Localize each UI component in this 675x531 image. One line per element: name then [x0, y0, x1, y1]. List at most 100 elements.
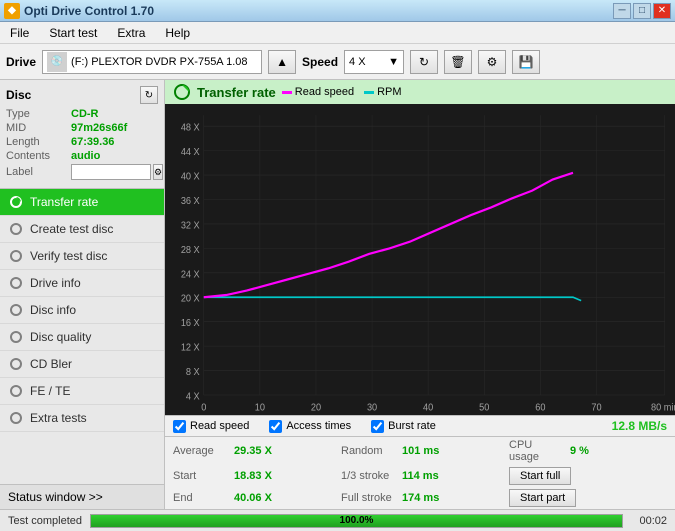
disc-type-row: Type CD-R	[6, 108, 158, 120]
settings-button[interactable]: ⚙	[478, 50, 506, 74]
nav-list: Transfer rate Create test disc Verify te…	[0, 189, 164, 484]
start-part-button[interactable]: Start part	[509, 489, 576, 507]
status-window-button[interactable]: Status window >>	[0, 484, 164, 509]
stat-average-value: 29.35 X	[234, 445, 284, 457]
nav-label-transfer-rate: Transfer rate	[30, 195, 98, 209]
nav-item-cd-bler[interactable]: CD Bler	[0, 351, 164, 378]
chart-svg: 48 X 44 X 40 X 36 X 32 X 28 X 24 X 20 X …	[165, 104, 675, 415]
disc-contents-label: Contents	[6, 150, 71, 162]
stat-third-stroke: 1/3 stroke 114 ms	[341, 470, 499, 482]
nav-item-transfer-rate[interactable]: Transfer rate	[0, 189, 164, 216]
speed-refresh-button[interactable]: ↻	[410, 50, 438, 74]
svg-text:20: 20	[311, 402, 321, 413]
nav-item-disc-quality[interactable]: Disc quality	[0, 324, 164, 351]
disc-section-title: Disc	[6, 88, 31, 102]
disc-label-label: Label	[6, 166, 71, 178]
disc-contents-row: Contents audio	[6, 150, 158, 162]
chart-title: Transfer rate	[197, 85, 276, 100]
start-full-button[interactable]: Start full	[509, 467, 571, 485]
status-window-label: Status window >>	[8, 490, 103, 504]
disc-panel: Disc ↻ Type CD-R MID 97m26s66f Length 67…	[0, 80, 164, 189]
nav-item-extra-tests[interactable]: Extra tests	[0, 405, 164, 432]
checkbox-burst-rate-input[interactable]	[371, 420, 384, 433]
disc-title-row: Disc ↻	[6, 86, 158, 104]
menu-help[interactable]: Help	[159, 24, 196, 42]
stat-cpu-label: CPU usage	[509, 439, 564, 463]
nav-item-verify-test-disc[interactable]: Verify test disc	[0, 243, 164, 270]
status-text: Test completed	[8, 515, 82, 527]
svg-text:28 X: 28 X	[181, 245, 200, 256]
checkbox-burst-rate-label: Burst rate	[388, 420, 436, 432]
checkbox-read-speed-input[interactable]	[173, 420, 186, 433]
nav-icon-disc-quality	[8, 329, 24, 345]
nav-label-disc-info: Disc info	[30, 303, 76, 317]
nav-item-disc-info[interactable]: Disc info	[0, 297, 164, 324]
nav-icon-extra-tests	[8, 410, 24, 426]
eject-button[interactable]: ▲	[268, 50, 296, 74]
stat-start-label: Start	[173, 470, 228, 482]
disc-refresh-button[interactable]: ↻	[140, 86, 158, 104]
stat-average: Average 29.35 X	[173, 445, 331, 457]
svg-text:4 X: 4 X	[186, 391, 200, 402]
disc-label-button[interactable]: ⚙	[153, 164, 163, 180]
stat-end-label: End	[173, 492, 228, 504]
nav-icon-disc-info	[8, 302, 24, 318]
disc-mid-label: MID	[6, 122, 71, 134]
nav-icon-verify-test-disc	[8, 248, 24, 264]
title-bar: ◆ Opti Drive Control 1.70 ─ □ ✕	[0, 0, 675, 22]
svg-text:44 X: 44 X	[181, 147, 200, 158]
burst-rate-value: 12.8 MB/s	[612, 419, 667, 433]
svg-text:24 X: 24 X	[181, 269, 200, 280]
stat-start-part-group: Start part	[509, 489, 667, 507]
stat-third-stroke-label: 1/3 stroke	[341, 470, 396, 482]
chart-checkboxes: Read speed Access times Burst rate 12.8 …	[165, 415, 675, 436]
stats-row-1: Average 29.35 X Random 101 ms CPU usage …	[165, 437, 675, 465]
legend-rpm-label: RPM	[377, 86, 401, 98]
checkbox-read-speed[interactable]: Read speed	[173, 420, 249, 433]
minimize-button[interactable]: ─	[613, 3, 631, 19]
app-icon: ◆	[4, 3, 20, 19]
legend-read-speed: Read speed	[282, 86, 354, 98]
nav-label-create-test-disc: Create test disc	[30, 222, 113, 236]
checkbox-burst-rate[interactable]: Burst rate	[371, 420, 436, 433]
nav-label-disc-quality: Disc quality	[30, 330, 91, 344]
disc-contents-value: audio	[71, 150, 100, 162]
stat-start-value: 18.83 X	[234, 470, 284, 482]
progress-bar-label: 100.0%	[91, 515, 622, 527]
nav-label-extra-tests: Extra tests	[30, 411, 87, 425]
stat-full-stroke-value: 174 ms	[402, 492, 452, 504]
stat-full-stroke: Full stroke 174 ms	[341, 492, 499, 504]
window-controls: ─ □ ✕	[613, 3, 671, 19]
stat-random-value: 101 ms	[402, 445, 452, 457]
menu-start-test[interactable]: Start test	[43, 24, 103, 42]
nav-item-create-test-disc[interactable]: Create test disc	[0, 216, 164, 243]
title-bar-left: ◆ Opti Drive Control 1.70	[4, 3, 154, 19]
nav-item-drive-info[interactable]: Drive info	[0, 270, 164, 297]
clear-button[interactable]: 🗑	[444, 50, 472, 74]
close-button[interactable]: ✕	[653, 3, 671, 19]
maximize-button[interactable]: □	[633, 3, 651, 19]
drive-select[interactable]: 💿 (F:) PLEXTOR DVDR PX-755A 1.08	[42, 50, 262, 74]
drive-icon: 💿	[47, 52, 67, 72]
save-button[interactable]: 💾	[512, 50, 540, 74]
chart-header: Transfer rate Read speed RPM	[165, 80, 675, 104]
speed-select[interactable]: 4 X ▼	[344, 50, 404, 74]
sidebar: Disc ↻ Type CD-R MID 97m26s66f Length 67…	[0, 80, 165, 509]
drive-label: Drive	[6, 55, 36, 69]
menu-extra[interactable]: Extra	[111, 24, 151, 42]
stat-cpu-usage: CPU usage 9 %	[509, 439, 667, 463]
disc-label-input[interactable]	[71, 164, 151, 180]
stat-cpu-value: 9 %	[570, 445, 620, 457]
stat-third-stroke-value: 114 ms	[402, 470, 452, 482]
menu-bar: File Start test Extra Help	[0, 22, 675, 44]
menu-file[interactable]: File	[4, 24, 35, 42]
main-area: Transfer rate Read speed RPM	[165, 80, 675, 509]
checkbox-access-times[interactable]: Access times	[269, 420, 351, 433]
stat-average-label: Average	[173, 445, 228, 457]
legend-rpm: RPM	[364, 86, 401, 98]
disc-type-value: CD-R	[71, 108, 99, 120]
checkbox-access-times-input[interactable]	[269, 420, 282, 433]
nav-item-fe-te[interactable]: FE / TE	[0, 378, 164, 405]
disc-label-row: Label ⚙	[6, 164, 158, 180]
nav-icon-create-test-disc	[8, 221, 24, 237]
